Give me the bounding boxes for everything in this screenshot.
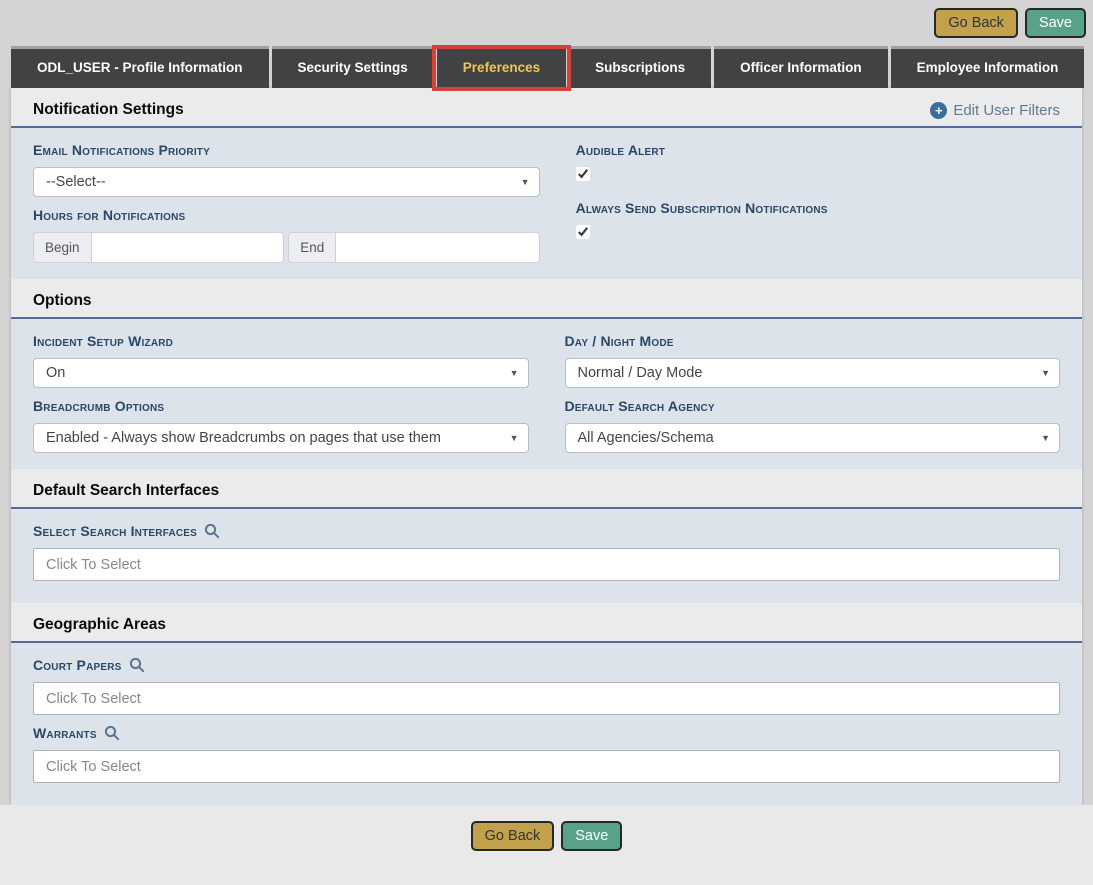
search-icon[interactable]	[204, 523, 220, 539]
search-icon[interactable]	[104, 725, 120, 741]
end-addon-label: End	[288, 232, 335, 263]
edit-user-filters-label: Edit User Filters	[953, 102, 1060, 119]
breadcrumb-options-select[interactable]: Enabled - Always show Breadcrumbs on pag…	[33, 423, 529, 453]
geographic-areas-title: Geographic Areas	[33, 616, 166, 634]
incident-setup-wizard-select[interactable]: On ▼	[33, 358, 529, 388]
audible-alert-checkbox[interactable]	[576, 167, 590, 181]
warrants-picker[interactable]: Click To Select	[33, 750, 1060, 783]
preferences-panel: Notification Settings + Edit User Filter…	[11, 88, 1082, 805]
chevron-down-icon: ▼	[1041, 368, 1050, 378]
default-search-interfaces-title: Default Search Interfaces	[33, 482, 219, 500]
tab-profile-information[interactable]: ODL_USER - Profile Information	[11, 46, 269, 88]
options-body: Incident Setup Wizard On ▼ Breadcrumb Op…	[11, 319, 1082, 469]
geographic-areas-body: Court Papers Click To Select Warrants Cl…	[11, 643, 1082, 805]
day-night-mode-label: Day / Night Mode	[565, 333, 1061, 349]
audible-alert-label: Audible Alert	[576, 142, 1060, 158]
always-send-subscription-checkbox[interactable]	[576, 225, 590, 239]
chevron-down-icon: ▼	[521, 177, 530, 187]
select-search-interfaces-label: Select Search Interfaces	[33, 523, 197, 539]
email-priority-label: Email Notifications Priority	[33, 142, 540, 158]
default-search-interfaces-body: Select Search Interfaces Click To Select	[11, 509, 1082, 603]
court-papers-picker[interactable]: Click To Select	[33, 682, 1060, 715]
day-night-mode-value: Normal / Day Mode	[578, 365, 703, 381]
breadcrumb-options-value: Enabled - Always show Breadcrumbs on pag…	[46, 430, 441, 446]
hours-end-input[interactable]	[335, 232, 539, 263]
tab-officer-information[interactable]: Officer Information	[714, 46, 888, 88]
chevron-down-icon: ▼	[510, 368, 519, 378]
save-button-bottom[interactable]: Save	[561, 821, 622, 851]
notification-settings-title: Notification Settings	[33, 101, 184, 119]
bottom-action-bar: Go Back Save	[0, 805, 1093, 885]
default-search-agency-select[interactable]: All Agencies/Schema ▼	[565, 423, 1061, 453]
breadcrumb-options-label: Breadcrumb Options	[33, 398, 529, 414]
warrants-label: Warrants	[33, 725, 97, 741]
tab-subscriptions[interactable]: Subscriptions	[569, 46, 711, 88]
incident-setup-wizard-label: Incident Setup Wizard	[33, 333, 529, 349]
day-night-mode-select[interactable]: Normal / Day Mode ▼	[565, 358, 1061, 388]
edit-user-filters-link[interactable]: + Edit User Filters	[930, 102, 1060, 119]
notification-settings-header: Notification Settings + Edit User Filter…	[11, 88, 1082, 128]
options-header: Options	[11, 279, 1082, 319]
save-button-top[interactable]: Save	[1025, 8, 1086, 38]
plus-circle-icon: +	[930, 102, 947, 119]
email-priority-select[interactable]: --Select-- ▼	[33, 167, 540, 197]
tab-preferences-label: Preferences	[463, 60, 540, 75]
search-icon[interactable]	[129, 657, 145, 673]
tab-bar: ODL_USER - Profile Information Security …	[11, 46, 1093, 88]
go-back-button-top[interactable]: Go Back	[934, 8, 1018, 38]
notification-settings-body: Email Notifications Priority --Select-- …	[11, 128, 1082, 279]
select-search-interfaces-picker[interactable]: Click To Select	[33, 548, 1060, 581]
chevron-down-icon: ▼	[1041, 433, 1050, 443]
hours-begin-input[interactable]	[91, 232, 285, 263]
begin-addon-label: Begin	[33, 232, 91, 263]
incident-setup-wizard-value: On	[46, 365, 65, 381]
default-search-agency-label: Default Search Agency	[565, 398, 1061, 414]
default-search-agency-value: All Agencies/Schema	[578, 430, 714, 446]
top-action-bar: Go Back Save	[0, 0, 1093, 46]
go-back-button-bottom[interactable]: Go Back	[471, 821, 555, 851]
court-papers-label: Court Papers	[33, 657, 122, 673]
email-priority-selected-value: --Select--	[46, 174, 106, 190]
tab-employee-information[interactable]: Employee Information	[891, 46, 1085, 88]
hours-notifications-label: Hours for Notifications	[33, 207, 540, 223]
always-send-subscription-label: Always Send Subscription Notifications	[576, 200, 1060, 216]
tab-security-settings[interactable]: Security Settings	[272, 46, 434, 88]
default-search-interfaces-header: Default Search Interfaces	[11, 469, 1082, 509]
chevron-down-icon: ▼	[510, 433, 519, 443]
options-title: Options	[33, 292, 92, 310]
tab-preferences[interactable]: Preferences	[437, 46, 566, 88]
geographic-areas-header: Geographic Areas	[11, 603, 1082, 643]
